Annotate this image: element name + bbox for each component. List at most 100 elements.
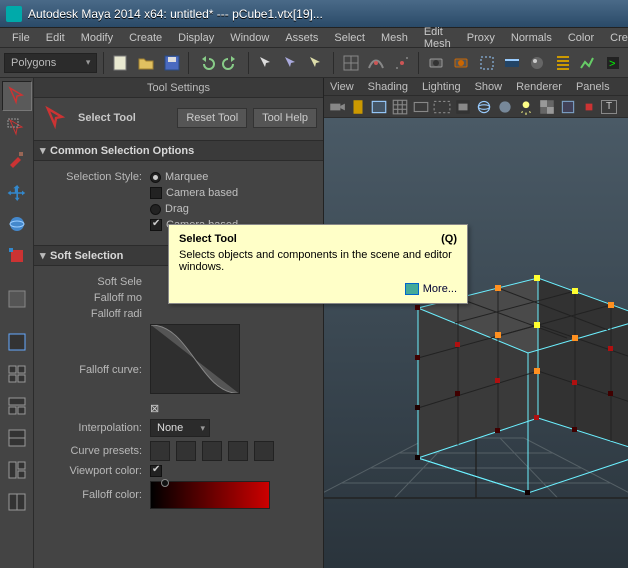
viewport-color-checkbox[interactable] <box>150 465 162 477</box>
section-common-selection[interactable]: ▾Common Selection Options <box>34 140 323 161</box>
vp-grid-icon[interactable] <box>391 98 409 116</box>
script-icon[interactable]: > <box>603 52 624 74</box>
interpolation-dropdown[interactable]: None <box>150 419 210 437</box>
curve-presets-label: Curve presets: <box>42 445 150 457</box>
gradient-handle[interactable] <box>161 479 169 487</box>
tooltip-title: Select Tool <box>179 233 237 245</box>
menu-mesh[interactable]: Mesh <box>373 30 416 46</box>
render-region-icon[interactable] <box>476 52 497 74</box>
render-icon[interactable] <box>425 52 446 74</box>
viewport-toolbar: T <box>324 96 628 118</box>
menu-modify[interactable]: Modify <box>73 30 121 46</box>
soft-select-label: Soft Sele <box>42 276 150 288</box>
camera-based-marquee-checkbox[interactable]: Camera based <box>150 187 238 199</box>
preset-3[interactable] <box>202 441 222 461</box>
menu-select[interactable]: Select <box>326 30 373 46</box>
vp-wireframe-icon[interactable] <box>475 98 493 116</box>
reset-tool-button[interactable]: Reset Tool <box>177 108 247 128</box>
snap-grid-icon[interactable] <box>340 52 361 74</box>
collapse-icon: ▾ <box>40 249 50 262</box>
open-icon[interactable] <box>136 52 157 74</box>
menu-proxy[interactable]: Proxy <box>459 30 503 46</box>
tooltip: Select Tool (Q) Selects objects and comp… <box>168 224 468 304</box>
vp-image-plane-icon[interactable] <box>370 98 388 116</box>
menu-create[interactable]: Create <box>121 30 170 46</box>
layout-b-icon[interactable] <box>2 423 32 453</box>
hypershade-icon[interactable] <box>527 52 548 74</box>
menu-file[interactable]: File <box>4 30 38 46</box>
vp-menu-panels[interactable]: Panels <box>576 81 610 93</box>
menu-edit[interactable]: Edit <box>38 30 73 46</box>
vp-menu-shading[interactable]: Shading <box>368 81 408 93</box>
single-view-icon[interactable] <box>2 327 32 357</box>
menu-display[interactable]: Display <box>170 30 222 46</box>
falloff-curve-editor[interactable] <box>150 324 240 394</box>
preset-2[interactable] <box>176 441 196 461</box>
vp-bookmark-icon[interactable] <box>349 98 367 116</box>
vp-menu-lighting[interactable]: Lighting <box>422 81 461 93</box>
vp-label-t-icon[interactable]: T <box>601 100 617 114</box>
vp-textured-icon[interactable] <box>538 98 556 116</box>
menu-color[interactable]: Color <box>560 30 602 46</box>
rotate-tool[interactable] <box>2 209 32 239</box>
four-view-icon[interactable] <box>2 359 32 389</box>
redo-icon[interactable] <box>221 52 242 74</box>
vp-menu-renderer[interactable]: Renderer <box>516 81 562 93</box>
viewport-3d[interactable] <box>324 118 628 568</box>
tooltip-more-link[interactable]: More... <box>179 283 457 295</box>
lasso-tool[interactable] <box>2 113 32 143</box>
camera-based-label1: Camera based <box>166 187 238 199</box>
falloff-color-gradient[interactable] <box>150 481 270 509</box>
layout-a-icon[interactable] <box>2 391 32 421</box>
marquee-radio[interactable]: Marquee <box>150 171 208 183</box>
menu-assets[interactable]: Assets <box>277 30 326 46</box>
last-tool[interactable] <box>2 284 32 314</box>
graph-icon[interactable] <box>577 52 598 74</box>
ipr-icon[interactable] <box>451 52 472 74</box>
scale-tool[interactable] <box>2 241 32 271</box>
layout-d-icon[interactable] <box>2 487 32 517</box>
selection-style-label: Selection Style: <box>42 171 150 183</box>
select-obj-icon[interactable] <box>280 52 301 74</box>
mode-dropdown[interactable]: Polygons <box>4 53 97 73</box>
drag-radio[interactable]: Drag <box>150 203 189 215</box>
viewport-color-label: Viewport color: <box>42 465 150 477</box>
layout-c-icon[interactable] <box>2 455 32 485</box>
vp-menu-view[interactable]: View <box>330 81 354 93</box>
vp-isolate-icon[interactable] <box>580 98 598 116</box>
falloff-radius-label: Falloff radi <box>42 308 150 320</box>
vp-select-cam-icon[interactable] <box>328 98 346 116</box>
new-scene-icon[interactable] <box>110 52 131 74</box>
preset-5[interactable] <box>254 441 274 461</box>
menu-createuvs[interactable]: Create <box>602 30 628 46</box>
outliner-icon[interactable] <box>552 52 573 74</box>
menu-normals[interactable]: Normals <box>503 30 560 46</box>
paint-select-tool[interactable] <box>2 145 32 175</box>
menu-editmesh[interactable]: Edit Mesh <box>416 24 459 52</box>
help-video-icon <box>405 283 419 295</box>
vp-lights-icon[interactable] <box>517 98 535 116</box>
snap-point-icon[interactable] <box>391 52 412 74</box>
vp-xray-icon[interactable] <box>559 98 577 116</box>
section-title: Soft Selection <box>50 250 123 262</box>
preset-4[interactable] <box>228 441 248 461</box>
undo-icon[interactable] <box>195 52 216 74</box>
snap-curve-icon[interactable] <box>365 52 386 74</box>
preset-1[interactable] <box>150 441 170 461</box>
select-comp-icon[interactable] <box>306 52 327 74</box>
select-tool[interactable] <box>2 81 32 111</box>
delete-point-icon[interactable]: ⊠ <box>150 402 159 415</box>
vp-film-gate-icon[interactable] <box>412 98 430 116</box>
select-hier-icon[interactable] <box>255 52 276 74</box>
vp-menu-show[interactable]: Show <box>475 81 503 93</box>
anim-icon[interactable] <box>501 52 522 74</box>
vp-gate-mask-icon[interactable] <box>454 98 472 116</box>
save-icon[interactable] <box>161 52 182 74</box>
falloff-color-label: Falloff color: <box>42 489 150 501</box>
tool-help-button[interactable]: Tool Help <box>253 108 317 128</box>
current-tool-icon <box>40 102 72 134</box>
vp-shaded-icon[interactable] <box>496 98 514 116</box>
move-tool[interactable] <box>2 177 32 207</box>
menu-window[interactable]: Window <box>222 30 277 46</box>
vp-resolution-gate-icon[interactable] <box>433 98 451 116</box>
